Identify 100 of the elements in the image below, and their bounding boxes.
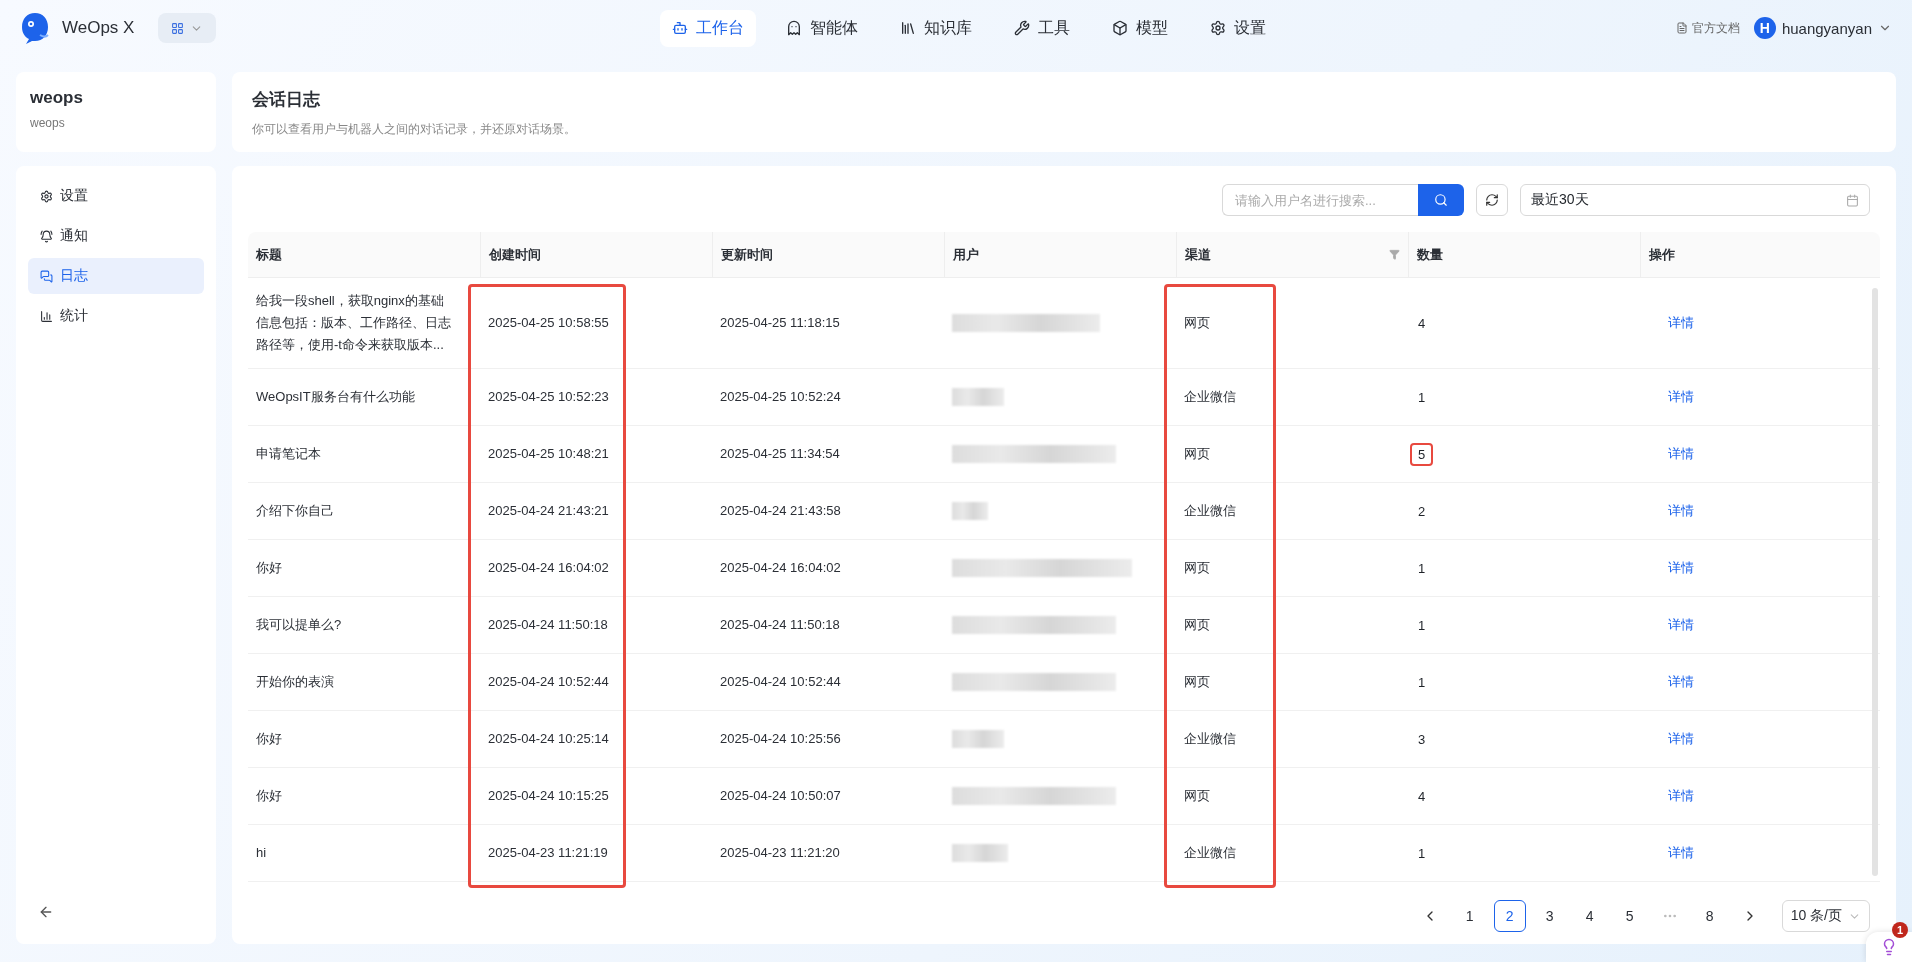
- user-name[interactable]: huangyanyan: [1781, 19, 1872, 37]
- filter-icon[interactable]: [1389, 249, 1400, 260]
- table-cell-text: 企业微信: [1183, 844, 1237, 862]
- table-cell-text: 3: [1417, 730, 1427, 749]
- app-switcher-button[interactable]: [158, 13, 217, 43]
- table-cell-text: 1: [1417, 616, 1427, 635]
- redacted-user-placeholder: [952, 730, 1004, 748]
- bell-icon: [40, 229, 53, 243]
- sidebar-item[interactable]: 统计: [28, 298, 204, 334]
- table-cell-text: 网页: [1183, 445, 1211, 463]
- table-cell-text: 我可以提单么?: [255, 616, 343, 634]
- sidebar-item[interactable]: 设置: [28, 178, 204, 214]
- table-cell-text: 2025-04-24 21:43:58: [719, 502, 842, 520]
- details-link[interactable]: 详情: [1668, 446, 1694, 461]
- details-link[interactable]: 详情: [1668, 315, 1694, 330]
- table-cell-text: 2025-04-23 11:21:19: [487, 844, 609, 862]
- ghost-icon: [786, 20, 802, 36]
- refresh-icon: [1485, 193, 1499, 207]
- details-link[interactable]: 详情: [1668, 788, 1694, 803]
- table-cell-text: WeOpsIT服务台有什么功能: [255, 388, 416, 406]
- table-cell: 5: [1410, 442, 1434, 466]
- table-cell-text: 网页: [1183, 559, 1211, 577]
- table-cell-text: 2025-04-24 16:04:02: [487, 559, 610, 577]
- table-cell-text: 2025-04-25 11:34:54: [719, 445, 841, 463]
- robot-icon: [672, 20, 688, 36]
- settings-icon: [1210, 20, 1226, 36]
- redacted-user-placeholder: [952, 844, 1008, 862]
- table-cell-text: 2025-04-24 16:04:02: [719, 559, 842, 577]
- nav-tab[interactable]: 模型: [1100, 9, 1180, 47]
- table-cell-text: 网页: [1183, 787, 1211, 805]
- nav-tab[interactable]: 智能体: [774, 9, 870, 47]
- table-cell-text: 你好: [255, 559, 283, 577]
- table-cell-text: 2025-04-24 10:52:44: [487, 673, 610, 691]
- table-cell-text: 2025-04-24 21:43:21: [487, 502, 610, 520]
- date-range-field[interactable]: 最近30天: [1520, 184, 1870, 216]
- details-link[interactable]: 详情: [1668, 731, 1694, 746]
- table-cell-text: 网页: [1183, 616, 1211, 634]
- table-cell-text: 1: [1417, 844, 1427, 863]
- search-button[interactable]: [1418, 184, 1464, 216]
- grid-icon: [171, 21, 185, 35]
- table-cell-text: 网页: [1183, 673, 1211, 691]
- nav-tab[interactable]: 设置: [1198, 9, 1278, 47]
- column-header: 数量: [1417, 245, 1443, 264]
- details-link[interactable]: 详情: [1668, 617, 1694, 632]
- user-avatar: H: [1753, 17, 1776, 39]
- table-cell-text: 2025-04-25 10:58:55: [487, 314, 610, 332]
- table-cell-text: 1: [1417, 559, 1427, 578]
- table-cell-text: 企业微信: [1183, 388, 1237, 406]
- chat-icon: [40, 269, 53, 283]
- document-icon: [1675, 22, 1688, 34]
- assistant-button[interactable]: [1866, 932, 1912, 962]
- table-cell-text: 企业微信: [1183, 730, 1237, 748]
- cube-icon: [1112, 20, 1128, 36]
- table-cell-text: 申请笔记本: [255, 445, 322, 463]
- details-link[interactable]: 详情: [1668, 845, 1694, 860]
- calendar-icon: [1846, 193, 1859, 207]
- page-size-select[interactable]: 10 条/页: [1781, 900, 1870, 932]
- sidebar-item[interactable]: 日志: [28, 258, 204, 294]
- page-button[interactable]: 2: [1493, 900, 1526, 932]
- books-icon: [900, 20, 916, 36]
- table-cell-text: 2025-04-25 10:52:24: [719, 388, 842, 406]
- redacted-user-placeholder: [952, 502, 988, 520]
- table-cell-text: hi: [255, 844, 268, 862]
- nav-tab[interactable]: 知识库: [888, 9, 984, 47]
- whale-logo-icon: [20, 11, 50, 45]
- page-description: 你可以查看用户与机器人之间的对话记录，并还原对话场景。: [252, 121, 577, 138]
- table-cell-text: 2025-04-25 10:48:21: [487, 445, 610, 463]
- search-icon: [1434, 193, 1448, 207]
- column-header: 标题: [256, 245, 282, 264]
- table-cell-text: 2025-04-24 10:50:07: [719, 787, 842, 805]
- column-header: 用户: [953, 245, 979, 264]
- table-cell-text: 2025-04-25 10:52:23: [487, 388, 610, 406]
- details-link[interactable]: 详情: [1668, 560, 1694, 575]
- table-cell-text: 你好: [255, 730, 283, 748]
- table-cell-text: 开始你的表演: [255, 673, 335, 691]
- details-link[interactable]: 详情: [1668, 503, 1694, 518]
- table-cell-text: 2025-04-24 10:15:25: [487, 787, 610, 805]
- table-cell-text: 网页: [1183, 314, 1211, 332]
- table-cell-text: 企业微信: [1183, 502, 1237, 520]
- table-cell-text: 1: [1417, 388, 1427, 407]
- nav-tab[interactable]: 工具: [1002, 9, 1082, 47]
- search-field[interactable]: 请输入用户名进行搜索...: [1222, 184, 1418, 216]
- sidebar-item[interactable]: 通知: [28, 218, 204, 254]
- table-cell-text: 2025-04-24 10:25:14: [487, 730, 610, 748]
- wrench-icon: [1014, 20, 1030, 36]
- details-link[interactable]: 详情: [1668, 389, 1694, 404]
- table-cell-text: 2025-04-24 10:52:44: [719, 673, 842, 691]
- column-header: 创建时间: [489, 245, 541, 264]
- details-link[interactable]: 详情: [1668, 674, 1694, 689]
- app-name: WeOps X: [62, 18, 135, 38]
- table-cell-text: 2025-04-24 11:50:18: [719, 616, 841, 634]
- table-cell-text: 你好: [255, 787, 283, 805]
- redacted-user-placeholder: [952, 388, 1004, 406]
- table-cell-text: 2025-04-24 11:50:18: [487, 616, 609, 634]
- docs-link[interactable]: 官方文档: [1675, 19, 1740, 37]
- nav-tab[interactable]: 工作台: [660, 9, 756, 47]
- table-cell-text: 2025-04-23 11:21:20: [719, 844, 841, 862]
- back-arrow-icon: [38, 904, 54, 920]
- table-cell-text: 介绍下你自己: [255, 502, 335, 520]
- refresh-button[interactable]: [1476, 184, 1508, 216]
